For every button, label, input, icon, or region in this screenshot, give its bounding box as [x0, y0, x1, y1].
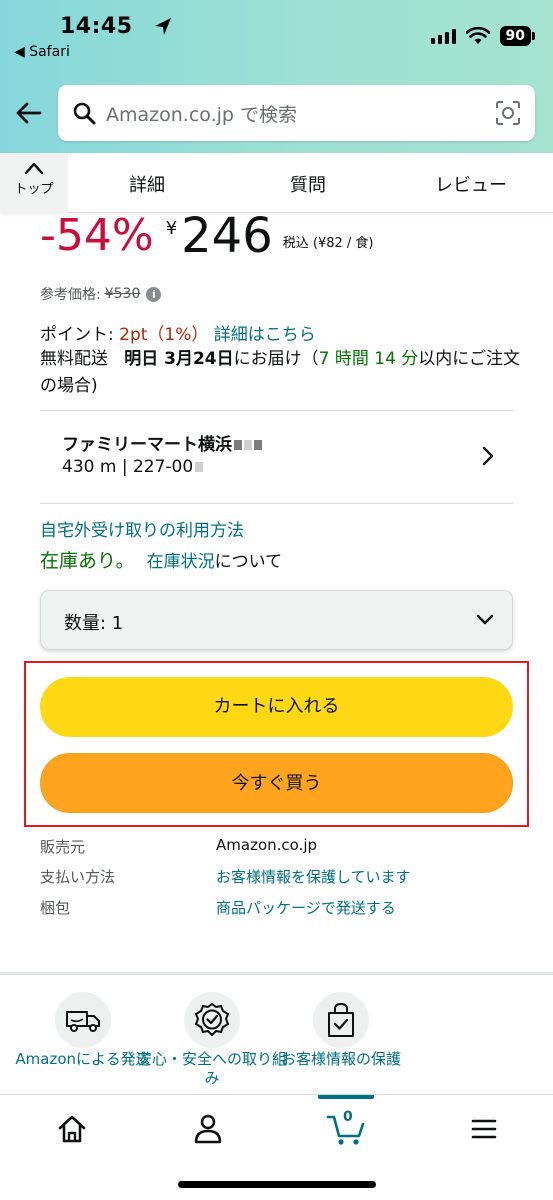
quantity-label: 数量: 1 [64, 613, 124, 634]
account-icon[interactable] [188, 1111, 228, 1147]
tab-questions[interactable]: 質問 [290, 171, 326, 197]
menu-icon[interactable] [464, 1111, 504, 1147]
bag-check-icon [328, 1002, 354, 1037]
home-indicator [178, 1181, 376, 1188]
browser-header: 14:45 ◀ Safari 90 Amazon.co.jp で検索 [0, 0, 553, 153]
info-icon[interactable]: i [146, 286, 162, 302]
back-to-safari[interactable]: ◀ Safari [14, 44, 70, 60]
assurance-privacy[interactable]: お客様情報の保護 [266, 992, 416, 1069]
truck-icon [66, 1011, 100, 1032]
delivery-info: 無料配送 明日 3月24日にお届け（7 時間 14 分以内にご注文の場合) [40, 346, 520, 400]
points-details-link[interactable]: 詳細はこちら [214, 325, 316, 345]
buy-now-button[interactable]: 今すぐ買う [40, 753, 513, 813]
points-line: ポイント: 2pt（1%） 詳細はこちら [40, 320, 316, 345]
reference-price-label: 参考価格: [40, 287, 101, 303]
wifi-icon [465, 27, 490, 44]
chevron-up-icon [24, 162, 44, 175]
assurance-shipping[interactable]: Amazonによる発送 [8, 992, 158, 1069]
store-address: 430 m | 227-00 [62, 457, 204, 477]
cart-count-badge: 0 [343, 1109, 353, 1125]
camera-scan-icon[interactable] [495, 100, 521, 126]
price-row: -54% ¥ 246 税込 (¥82 / 食) [40, 210, 374, 270]
status-time: 14:45 [60, 14, 133, 39]
chevron-right-icon [482, 446, 494, 466]
payment-link[interactable]: お客様情報を保護しています [216, 866, 411, 887]
product-tab-bar: トップ 詳細 質問 レビュー [0, 153, 553, 213]
reference-price-value: ¥530 [104, 286, 141, 302]
back-arrow-icon[interactable] [14, 98, 44, 128]
scroll-top-button[interactable]: トップ [0, 153, 68, 213]
price-unit-note: 税込 (¥82 / 食) [282, 236, 374, 251]
badge-check-icon [195, 1003, 229, 1036]
assurance-shipping-label: Amazonによる発送 [15, 1050, 151, 1068]
discount-percent: -54% [40, 210, 154, 261]
chevron-down-icon [476, 614, 494, 625]
location-arrow-icon [155, 18, 171, 35]
battery-indicator: 90 [499, 26, 536, 46]
status-icons: 90 [430, 26, 536, 46]
seller-label: 販売元 [40, 838, 86, 856]
cellular-signal-icon [430, 28, 456, 44]
tab-details[interactable]: 詳細 [129, 171, 165, 197]
assurance-privacy-label: お客様情報の保護 [280, 1050, 401, 1068]
packaging-label: 梱包 [40, 899, 71, 917]
delivery-date: 明日 3月24日 [124, 349, 234, 369]
section-separator [0, 972, 553, 975]
reference-price: 参考価格: ¥530 i [40, 284, 162, 304]
divider [40, 503, 513, 504]
scroll-top-label: トップ [14, 182, 54, 197]
cart-active-indicator [318, 1095, 374, 1099]
stock-suffix: について [214, 552, 283, 572]
store-name: ファミリーマート横浜 [62, 430, 262, 455]
payment-label: 支払い方法 [40, 868, 116, 886]
assurance-safety[interactable]: 安心・安全への取り組み [137, 992, 287, 1088]
delivery-countdown: 7 時間 14 分 [318, 349, 419, 369]
tab-reviews[interactable]: レビュー [435, 171, 507, 197]
delivery-prefix: 無料配送 [40, 349, 108, 369]
add-to-cart-button[interactable]: カートに入れる [40, 677, 513, 737]
pickup-store-row[interactable]: ファミリーマート横浜 430 m | 227-00 [40, 411, 513, 503]
in-stock-text: 在庫あり。 [40, 550, 135, 572]
currency-symbol: ¥ [165, 218, 178, 239]
price-amount: 246 [181, 208, 273, 264]
search-placeholder: Amazon.co.jp で検索 [106, 103, 297, 126]
seller-value: Amazon.co.jp [216, 836, 318, 854]
pickup-howto-link[interactable]: 自宅外受け取りの利用方法 [40, 516, 244, 541]
stock-status: 在庫あり。 在庫状況について [40, 546, 282, 573]
delivery-suffix: にお届け（ [233, 349, 319, 369]
home-icon[interactable] [52, 1111, 92, 1147]
points-value: 2pt（1%） [119, 325, 209, 345]
search-input[interactable]: Amazon.co.jp で検索 [58, 85, 535, 141]
stock-status-link[interactable]: 在庫状況 [147, 552, 215, 572]
packaging-link[interactable]: 商品パッケージで発送する [216, 897, 396, 918]
quantity-select[interactable]: 数量: 1 [40, 590, 513, 650]
points-label: ポイント: [40, 325, 114, 345]
search-icon [73, 102, 96, 125]
assurance-safety-label: 安心・安全への取り組み [137, 1050, 288, 1087]
